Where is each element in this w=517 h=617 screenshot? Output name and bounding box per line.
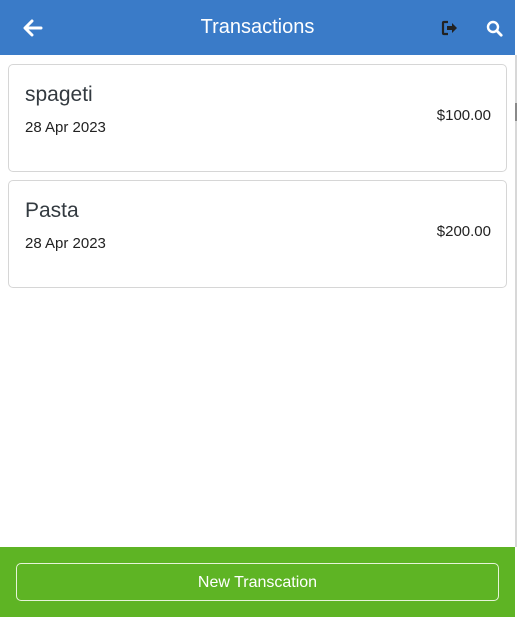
back-button[interactable] (18, 13, 48, 43)
transaction-list: spageti 28 Apr 2023 $100.00 Pasta 28 Apr… (8, 64, 507, 296)
bottom-bar: New Transcation (0, 547, 515, 617)
sign-out-icon (441, 20, 457, 36)
transaction-name: Pasta (25, 199, 79, 222)
arrow-left-icon (23, 19, 43, 37)
search-button[interactable] (479, 13, 509, 43)
transaction-amount: $200.00 (436, 223, 491, 240)
transaction-name: spageti (25, 83, 93, 106)
app-screen: Transactions spageti 28 Apr 2023 $100.00 (0, 0, 517, 617)
logout-button[interactable] (435, 13, 465, 43)
top-app-bar: Transactions (0, 0, 515, 55)
transaction-card[interactable]: spageti 28 Apr 2023 $100.00 (8, 64, 507, 172)
transaction-date: 28 Apr 2023 (25, 235, 106, 252)
transaction-card[interactable]: Pasta 28 Apr 2023 $200.00 (8, 180, 507, 288)
transaction-date: 28 Apr 2023 (25, 119, 106, 136)
search-icon (486, 20, 503, 37)
transaction-amount: $100.00 (436, 107, 491, 124)
new-transaction-button[interactable]: New Transcation (16, 563, 499, 601)
